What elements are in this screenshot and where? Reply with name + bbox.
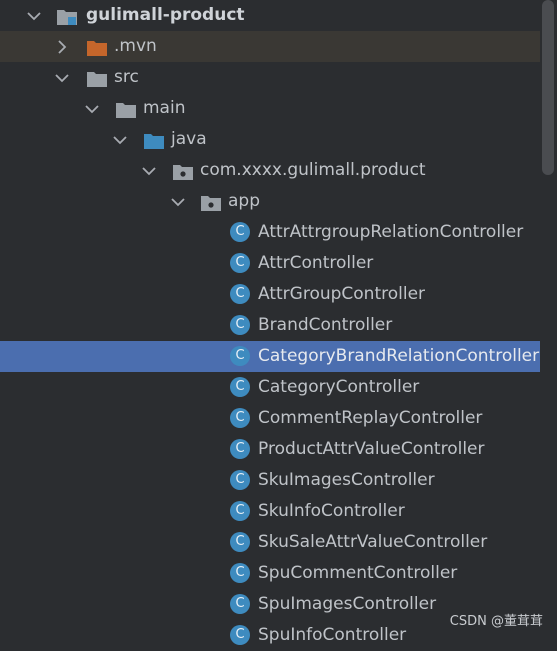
watermark: CSDN @董茸茸	[449, 614, 543, 629]
class-icon: C	[230, 594, 250, 614]
chevron-right-icon[interactable]	[54, 31, 70, 62]
class-label: AttrAttrgroupRelationController	[258, 222, 524, 242]
tree-node-class[interactable]: C SkuSaleAttrValueController	[0, 527, 540, 558]
folder-icon	[86, 37, 108, 56]
class-label: SkuInfoController	[258, 501, 405, 521]
class-icon: C	[230, 563, 250, 583]
folder-icon	[115, 99, 137, 118]
class-label: SkuSaleAttrValueController	[258, 532, 488, 552]
class-label: BrandController	[258, 315, 393, 335]
class-label: SkuImagesController	[258, 470, 435, 490]
project-tree: gulimall-product .mvn src main java com.…	[0, 0, 557, 645]
class-label: AttrController	[258, 253, 374, 273]
tree-node-class[interactable]: C CommentReplayController	[0, 403, 540, 434]
tree-node-class[interactable]: C CategoryController	[0, 372, 540, 403]
tree-node-class[interactable]: C SpuCommentController	[0, 558, 540, 589]
tree-node-class[interactable]: C ProductAttrValueController	[0, 434, 540, 465]
class-label: CategoryController	[258, 377, 420, 397]
module-folder-icon	[56, 6, 78, 25]
tree-node-project[interactable]: gulimall-product	[0, 0, 540, 31]
class-icon: C	[230, 377, 250, 397]
package-icon	[172, 161, 194, 180]
chevron-down-icon[interactable]	[170, 186, 186, 217]
class-label: CategoryBrandRelationController	[258, 346, 540, 366]
class-icon: C	[230, 532, 250, 552]
tree-node-app[interactable]: app	[0, 186, 540, 217]
chevron-down-icon[interactable]	[54, 62, 70, 93]
folder-icon	[86, 68, 108, 87]
tree-node-src[interactable]: src	[0, 62, 540, 93]
tree-node-main[interactable]: main	[0, 93, 540, 124]
class-icon: C	[230, 222, 250, 242]
tree-label-java: java	[171, 129, 207, 149]
tree-node-mvn[interactable]: .mvn	[0, 31, 540, 62]
class-label: SpuCommentController	[258, 563, 458, 583]
chevron-down-icon[interactable]	[26, 0, 42, 31]
class-label: SpuInfoController	[258, 625, 407, 645]
tree-node-class[interactable]: C SkuInfoController	[0, 496, 540, 527]
tree-label-src: src	[114, 67, 139, 87]
class-icon: C	[230, 253, 250, 273]
tree-node-java[interactable]: java	[0, 124, 540, 155]
class-icon: C	[230, 439, 250, 459]
tree-label-mvn: .mvn	[114, 36, 157, 56]
vertical-scrollbar[interactable]	[542, 0, 554, 175]
class-label: AttrGroupController	[258, 284, 426, 304]
chevron-down-icon[interactable]	[112, 124, 128, 155]
tree-node-class-selected[interactable]: C CategoryBrandRelationController	[0, 341, 540, 372]
class-icon: C	[230, 470, 250, 490]
chevron-down-icon[interactable]	[84, 93, 100, 124]
package-icon	[200, 192, 222, 211]
class-icon: C	[230, 315, 250, 335]
tree-node-class[interactable]: C AttrGroupController	[0, 279, 540, 310]
class-icon: C	[230, 284, 250, 304]
tree-label-app: app	[228, 191, 260, 211]
tree-node-class[interactable]: C SkuImagesController	[0, 465, 540, 496]
class-label: ProductAttrValueController	[258, 439, 485, 459]
tree-node-class[interactable]: C AttrAttrgroupRelationController	[0, 217, 540, 248]
class-icon: C	[230, 346, 250, 366]
class-label: SpuImagesController	[258, 594, 437, 614]
class-icon: C	[230, 625, 250, 645]
tree-label-package: com.xxxx.gulimall.product	[200, 160, 426, 180]
tree-node-class[interactable]: C BrandController	[0, 310, 540, 341]
class-icon: C	[230, 408, 250, 428]
class-label: CommentReplayController	[258, 408, 483, 428]
tree-node-package[interactable]: com.xxxx.gulimall.product	[0, 155, 540, 186]
source-folder-icon	[143, 130, 165, 149]
tree-label-main: main	[143, 98, 186, 118]
tree-node-class[interactable]: C AttrController	[0, 248, 540, 279]
class-icon: C	[230, 501, 250, 521]
chevron-down-icon[interactable]	[141, 155, 157, 186]
project-name: gulimall-product	[86, 5, 245, 25]
